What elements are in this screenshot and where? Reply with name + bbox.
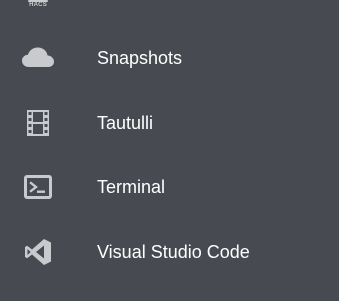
- cloud-icon: [18, 44, 58, 72]
- sidebar-item-tautulli[interactable]: Tautulli: [0, 96, 339, 150]
- vscode-icon: [18, 238, 58, 266]
- sidebar: HACS Snapshots Tautulli Terminal Visual …: [0, 0, 339, 301]
- film-icon: [18, 109, 58, 137]
- hacs-logo-text: HACS: [29, 2, 47, 8]
- sidebar-item-label: Terminal: [97, 177, 166, 197]
- sidebar-item-label: Visual Studio Code: [97, 242, 250, 262]
- sidebar-item-label: Tautulli: [97, 113, 154, 133]
- sidebar-item-snapshots[interactable]: Snapshots: [0, 31, 339, 85]
- sidebar-item-visual-studio-code[interactable]: Visual Studio Code: [0, 225, 339, 279]
- sidebar-item-terminal[interactable]: Terminal: [0, 160, 339, 214]
- sidebar-item-label: Snapshots: [97, 48, 183, 68]
- hacs-logo-fragment[interactable]: HACS: [25, 0, 51, 12]
- console-icon: [18, 173, 58, 201]
